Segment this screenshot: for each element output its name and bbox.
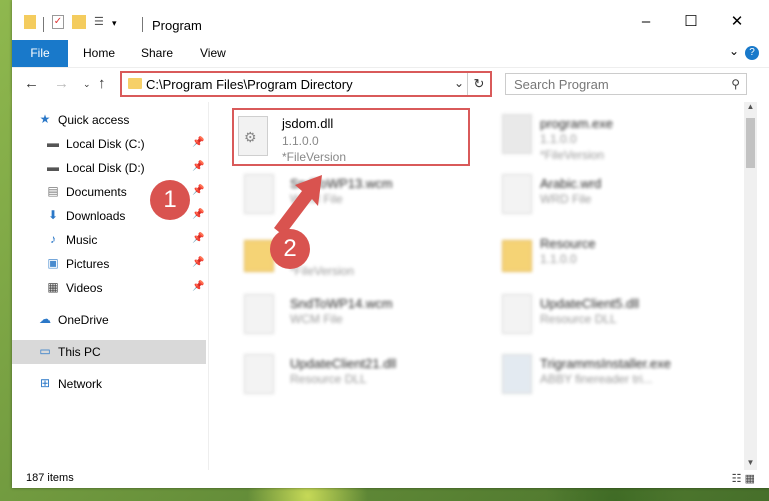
drive-icon: ▬ — [47, 136, 59, 150]
sidebar-item-label: OneDrive — [58, 313, 109, 327]
details-view-icon[interactable]: ☷ — [732, 473, 742, 485]
back-arrow-icon[interactable]: ← — [24, 75, 39, 92]
pin-icon[interactable]: 📌 — [192, 185, 204, 196]
pin-icon[interactable]: 📌 — [192, 257, 204, 268]
sidebar-item-network[interactable]: ⊞ Network — [12, 372, 206, 396]
music-icon: ♪ — [50, 232, 56, 246]
folder-icon — [128, 78, 142, 89]
up-arrow-icon[interactable]: ↑ — [98, 75, 106, 92]
sidebar-item-local-disk-d[interactable]: ▬ Local Disk (D:) 📌 — [12, 156, 206, 180]
drive-icon: ▬ — [47, 160, 59, 174]
sidebar-item-pictures[interactable]: ▣ Pictures 📌 — [12, 252, 206, 276]
status-bar: 187 items ☷ ▦ — [12, 470, 769, 488]
network-icon: ⊞ — [39, 376, 51, 390]
vertical-scrollbar[interactable]: ▲ ▼ — [744, 102, 757, 470]
documents-icon: ▤ — [47, 184, 59, 198]
title-bar: ✓ ☰ ▾ Program – ☐ ✕ — [12, 0, 769, 40]
new-folder-icon[interactable] — [72, 15, 86, 29]
videos-icon: ▦ — [47, 280, 59, 294]
sidebar-item-label: This PC — [58, 345, 101, 359]
star-icon: ★ — [39, 112, 51, 126]
address-bar[interactable]: C:\Program Files\Program Directory ⌄ ↻ — [120, 71, 492, 97]
tab-file[interactable]: File — [12, 40, 68, 67]
pin-icon[interactable]: 📌 — [192, 161, 204, 172]
sidebar-item-label: Local Disk (D:) — [66, 161, 145, 175]
step-marker-2: 2 — [270, 229, 310, 269]
large-icons-view-icon[interactable]: ▦ — [745, 473, 755, 485]
search-placeholder: Search Program — [514, 77, 609, 92]
address-path[interactable]: C:\Program Files\Program Directory — [146, 77, 353, 92]
properties-icon[interactable]: ✓ — [52, 15, 64, 29]
navigation-pane: ★ Quick access ▬ Local Disk (C:) 📌 ▬ Loc… — [12, 102, 207, 470]
sidebar-item-label: Network — [58, 377, 103, 391]
chevron-down-icon[interactable]: ▾ — [112, 15, 117, 31]
scroll-down-icon[interactable]: ▼ — [744, 458, 757, 470]
sidebar-item-label: Pictures — [66, 257, 110, 271]
search-icon[interactable]: ⚲ — [731, 77, 740, 91]
sidebar-item-label: Downloads — [66, 209, 126, 223]
sidebar-item-label: Local Disk (C:) — [66, 137, 145, 151]
sidebar-item-label: Music — [66, 233, 98, 247]
annotation-arrows — [274, 175, 322, 236]
sidebar-item-local-disk-c[interactable]: ▬ Local Disk (C:) 📌 — [12, 132, 206, 156]
separator — [142, 17, 143, 32]
pictures-icon: ▣ — [47, 256, 59, 270]
pin-icon[interactable]: 📌 — [192, 137, 204, 148]
sidebar-item-label: Documents — [66, 185, 127, 199]
customize-icon[interactable]: ☰ — [94, 15, 108, 29]
navigation-bar: ← → ⌄ ↑ C:\Program Files\Program Directo… — [12, 67, 769, 102]
chevron-down-icon[interactable]: ⌄ — [83, 79, 91, 90]
pane-divider — [208, 102, 209, 470]
chevron-down-icon[interactable]: ⌄ — [729, 44, 739, 58]
pin-icon[interactable]: 📌 — [192, 281, 204, 292]
sidebar-item-this-pc[interactable]: ▭ This PC — [12, 340, 206, 364]
pin-icon[interactable]: 📌 — [192, 233, 204, 244]
scroll-up-icon[interactable]: ▲ — [744, 102, 757, 114]
window-title: Program — [152, 18, 202, 33]
arrow-2 — [274, 175, 322, 236]
tab-home[interactable]: Home — [83, 40, 115, 67]
sidebar-item-videos[interactable]: ▦ Videos 📌 — [12, 276, 206, 300]
sidebar-item-onedrive[interactable]: ☁ OneDrive — [12, 308, 206, 332]
item-count: 187 items — [26, 472, 74, 484]
pin-icon[interactable]: 📌 — [192, 209, 204, 220]
refresh-icon[interactable]: ↻ — [467, 73, 490, 95]
file-list: ⚙ jsdom.dll 1.1.0.0 *FileVersion program… — [212, 102, 742, 470]
sidebar-item-music[interactable]: ♪ Music 📌 — [12, 228, 206, 252]
step-marker-1: 1 — [150, 180, 190, 220]
pc-icon: ▭ — [39, 344, 51, 358]
forward-arrow-icon[interactable]: → — [54, 75, 69, 92]
downloads-icon: ⬇ — [47, 208, 59, 222]
cloud-icon: ☁ — [39, 312, 51, 326]
view-toggle[interactable]: ☷ ▦ — [732, 472, 755, 485]
sidebar-item-quick-access[interactable]: ★ Quick access — [12, 108, 206, 132]
separator — [43, 17, 44, 32]
chevron-down-icon[interactable]: ⌄ — [454, 76, 464, 90]
search-input[interactable]: Search Program ⚲ — [505, 73, 747, 95]
sidebar-item-label: Quick access — [58, 113, 130, 127]
ribbon: File Home Share View ⌄ ? — [12, 40, 769, 68]
folder-icon — [24, 15, 36, 29]
explorer-window: ✓ ☰ ▾ Program – ☐ ✕ File Home Share View… — [12, 0, 769, 488]
help-icon[interactable]: ? — [745, 46, 759, 60]
close-button[interactable]: ✕ — [727, 12, 747, 32]
maximize-button[interactable]: ☐ — [681, 12, 701, 32]
tab-view[interactable]: View — [200, 40, 226, 67]
scroll-thumb[interactable] — [746, 118, 755, 168]
tab-share[interactable]: Share — [141, 40, 173, 67]
minimize-button[interactable]: – — [636, 12, 656, 32]
sidebar-item-label: Videos — [66, 281, 103, 295]
